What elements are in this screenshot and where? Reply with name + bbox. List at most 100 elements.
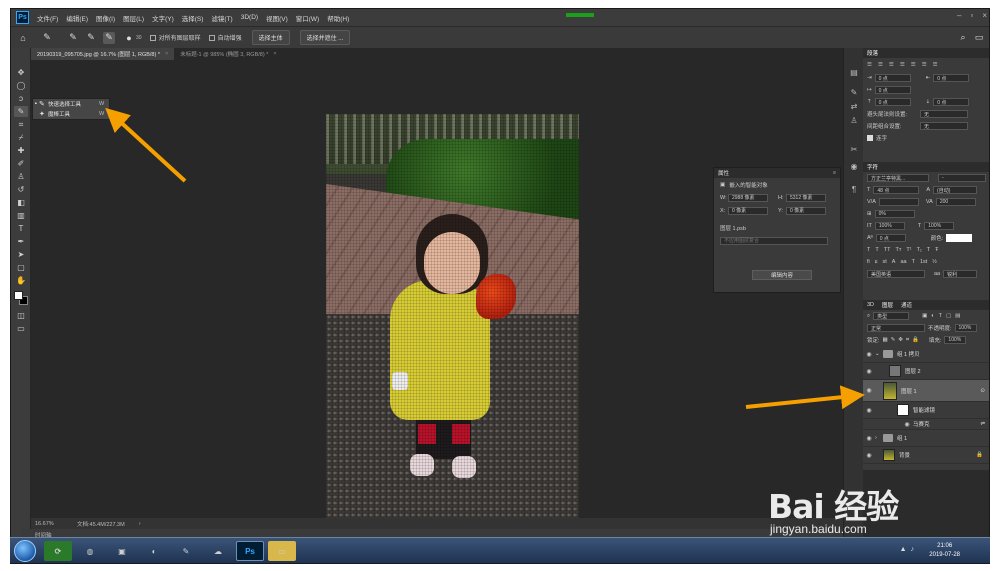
layer-row-background[interactable]: ◉ 背景 🔒	[863, 447, 989, 464]
faux-bold-icon[interactable]: T	[867, 247, 870, 253]
visibility-eye-icon[interactable]: ◉	[901, 421, 913, 428]
adjust-panel-icon[interactable]: ⇄	[848, 100, 860, 112]
alternate-icon[interactable]: A	[892, 259, 896, 265]
layer-row-mosaic-filter[interactable]: ◉ 马赛克 ⇌	[863, 419, 989, 430]
small-caps-icon[interactable]: Tт	[895, 247, 901, 253]
expand-chevron-icon[interactable]: ⌄	[875, 351, 883, 357]
marquee-tool-icon[interactable]: ◯	[14, 80, 28, 91]
minecraft-icon[interactable]: ▣	[108, 541, 136, 561]
menu-file[interactable]: 文件(F)	[37, 13, 58, 23]
anti-alias-select[interactable]: 锐利	[943, 270, 978, 278]
screen-mode-icon[interactable]: ▭	[14, 323, 28, 334]
select-subject-button[interactable]: 选择主体	[251, 30, 290, 45]
text-color-swatch[interactable]	[946, 234, 973, 242]
new-selection-icon[interactable]: ✎	[67, 32, 79, 44]
visibility-eye-icon[interactable]: ◉	[863, 387, 875, 394]
blend-mode-select[interactable]: 正常	[867, 324, 925, 332]
align-center-icon[interactable]: ☰	[878, 62, 883, 68]
notes-icon[interactable]: ✎	[172, 541, 200, 561]
eraser-tool-icon[interactable]: ◧	[14, 197, 28, 208]
visibility-eye-icon[interactable]: ◉	[863, 452, 875, 459]
tools-panel-icon[interactable]: ✂	[848, 143, 860, 155]
visibility-eye-icon[interactable]: ◉	[863, 351, 875, 358]
width-field[interactable]: 2988 像素	[728, 193, 768, 202]
3d-panel-icon[interactable]: ◉	[848, 160, 860, 172]
justify-left-icon[interactable]: ☰	[900, 62, 905, 68]
layer-kind-select[interactable]: 类型	[873, 312, 910, 320]
crop-tool-icon[interactable]: ⌗	[14, 119, 28, 130]
layer-row-group-1[interactable]: ◉ › 组 1	[863, 430, 989, 447]
volume-icon[interactable]: ♪	[911, 546, 915, 553]
lasso-tool-icon[interactable]: ↄ	[14, 93, 28, 104]
menu-view[interactable]: 视图(V)	[266, 13, 288, 23]
opacity-field[interactable]: 100%	[954, 324, 977, 332]
language-select[interactable]: 美国英语	[867, 270, 925, 278]
system-clock[interactable]: 21:06 2019-07-28	[929, 542, 960, 560]
baseline-field[interactable]: 0 点	[875, 234, 906, 242]
filter-options-icon[interactable]: ⇌	[980, 421, 985, 427]
paragraph-tab[interactable]: 段落	[867, 49, 878, 57]
app-360-icon[interactable]: ⟳	[44, 541, 72, 561]
character-tab[interactable]: 字符	[867, 163, 878, 171]
frac-icon[interactable]: ½	[932, 259, 937, 265]
kinsoku-select[interactable]: 无	[920, 110, 968, 118]
font-size-field[interactable]: 48 点	[873, 186, 920, 194]
flyout-item-quick-select[interactable]: ▪ ✎ 快速选择工具 W	[33, 99, 109, 109]
layer-filter-icons[interactable]: ▣◐T▢▤	[922, 313, 964, 319]
hand-tool-icon[interactable]: ✋	[14, 275, 28, 286]
stamp-tool-icon[interactable]: ♙	[14, 171, 28, 182]
underline-icon[interactable]: T	[927, 247, 930, 253]
properties-tab[interactable]: 属性 ≡	[714, 168, 840, 178]
y-field[interactable]: 0 像素	[786, 206, 826, 215]
indent-right-field[interactable]: 0 点	[933, 74, 970, 82]
height-field[interactable]: 5312 像素	[786, 193, 826, 202]
space-before-field[interactable]: 0 点	[874, 98, 911, 106]
x-field[interactable]: 0 像素	[728, 206, 768, 215]
visibility-eye-icon[interactable]: ◉	[863, 435, 875, 442]
menu-edit[interactable]: 编辑(E)	[66, 13, 88, 23]
vertical-scale-field[interactable]: 100%	[874, 222, 905, 230]
subscript-icon[interactable]: T₁	[917, 247, 922, 253]
mojikumi-select[interactable]: 无	[920, 122, 968, 130]
edit-contents-button[interactable]: 编辑内容	[752, 270, 812, 280]
document-image[interactable]	[326, 114, 579, 563]
layer-comp-select[interactable]: 不应用图层复合	[720, 236, 828, 245]
search-icon[interactable]: ⌕	[957, 32, 969, 44]
move-tool-icon[interactable]: ✥	[14, 67, 28, 78]
justify-right-icon[interactable]: ☰	[922, 62, 927, 68]
home-icon[interactable]: ⌂	[17, 32, 29, 44]
font-style-select[interactable]: -	[938, 174, 986, 182]
subtract-selection-icon[interactable]: ✎	[103, 31, 115, 44]
align-left-icon[interactable]: ☰	[867, 62, 872, 68]
align-right-icon[interactable]: ☰	[889, 62, 894, 68]
layer-row-layer-1[interactable]: ◉ 图层 1 ⊙	[863, 380, 989, 402]
baidu-netdisk-icon[interactable]: ☁	[204, 541, 232, 561]
menu-select[interactable]: 选择(S)	[182, 13, 204, 23]
healing-tool-icon[interactable]: ✚	[14, 145, 28, 156]
indent-first-field[interactable]: 0 点	[874, 86, 911, 94]
add-selection-icon[interactable]: ✎	[85, 32, 97, 44]
superscript-icon[interactable]: T¹	[906, 247, 911, 253]
zoom-level[interactable]: 16.67%	[35, 521, 75, 527]
oldstyle-icon[interactable]: ɕ	[875, 259, 878, 265]
type-tool-icon[interactable]: T	[14, 223, 28, 234]
visibility-eye-icon[interactable]: ◉	[863, 407, 875, 414]
firefox-icon[interactable]: ◐	[140, 541, 168, 561]
foreground-color[interactable]	[14, 291, 23, 300]
menu-image[interactable]: 图像(I)	[96, 13, 115, 23]
history-panel-icon[interactable]: ▤	[848, 66, 860, 78]
history-brush-icon[interactable]: ↺	[14, 184, 28, 195]
color-swatches[interactable]	[14, 291, 28, 307]
flyout-item-magic-wand[interactable]: ✦ 魔棒工具 W	[33, 109, 109, 119]
visibility-eye-icon[interactable]: ◉	[863, 368, 875, 375]
expand-chevron-icon[interactable]: ›	[875, 435, 883, 441]
close-button[interactable]: ×	[982, 11, 987, 20]
sample-all-layers-checkbox[interactable]	[149, 34, 156, 41]
leading-field[interactable]: (自动)	[933, 186, 978, 194]
maximize-button[interactable]: ▫	[970, 11, 973, 20]
minimize-button[interactable]: –	[957, 11, 961, 20]
menu-layer[interactable]: 图层(L)	[123, 13, 144, 23]
workspace-icon[interactable]: ▭	[973, 32, 985, 44]
quick-select-tool-icon[interactable]: ✎	[14, 106, 28, 117]
menu-3d[interactable]: 3D(D)	[241, 14, 258, 21]
